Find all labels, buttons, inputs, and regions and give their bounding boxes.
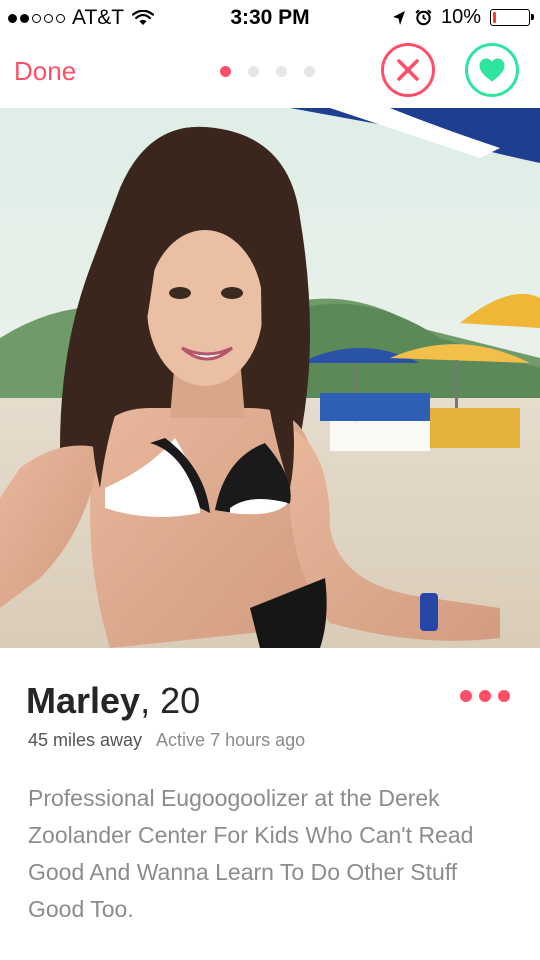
battery-percent: 10%: [440, 6, 481, 28]
status-right: 10%: [392, 6, 534, 29]
battery-fill: [493, 12, 496, 23]
nope-button[interactable]: [381, 43, 435, 97]
age-text: , 20: [140, 680, 201, 721]
profile-photo[interactable]: [0, 108, 540, 648]
active-status-text: Active 7 hours ago: [156, 730, 306, 750]
status-bar: AT&T 3:30 PM 10%: [0, 0, 540, 36]
profile-meta: 45 miles away Active 7 hours ago: [28, 730, 305, 751]
done-button[interactable]: Done: [14, 56, 76, 87]
photo-page-indicator: [220, 66, 315, 77]
alarm-icon: [415, 9, 432, 26]
name-text: Marley: [26, 680, 141, 721]
more-dots-icon: [460, 690, 472, 702]
beach-photo-illustration: [0, 108, 540, 648]
profile-bio: Professional Eugoogoolizer at the Derek …: [28, 785, 474, 922]
more-options-button[interactable]: [460, 690, 510, 702]
photo-page-dot[interactable]: [248, 66, 259, 77]
location-arrow-icon: [392, 10, 405, 25]
photo-page-dot[interactable]: [220, 66, 231, 77]
distance-text: 45 miles away: [28, 730, 143, 750]
photo-page-dot[interactable]: [304, 66, 315, 77]
battery-nub: [531, 14, 534, 20]
more-dots-icon: [498, 690, 510, 702]
heart-icon: [479, 58, 505, 82]
profile-name: Marley, 20: [26, 680, 200, 722]
like-button[interactable]: [465, 43, 519, 97]
nav-bar: Done: [0, 36, 540, 108]
battery-icon: [490, 9, 534, 26]
x-icon: [397, 59, 419, 81]
more-dots-icon: [479, 690, 491, 702]
photo-page-dot[interactable]: [276, 66, 287, 77]
